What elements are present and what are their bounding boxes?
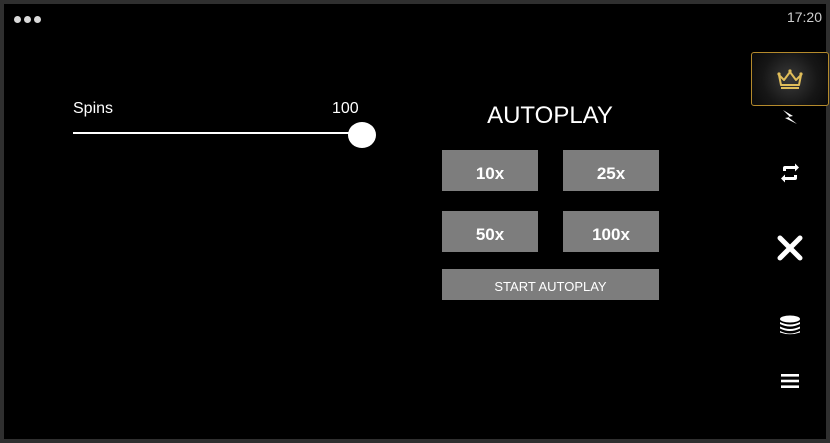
crown-button[interactable]	[751, 52, 829, 106]
game-frame	[0, 0, 830, 443]
autoplay-25x-button[interactable]: 25x	[563, 150, 659, 191]
autoplay-icon[interactable]	[776, 160, 804, 186]
dot	[24, 16, 31, 23]
close-icon[interactable]	[774, 232, 806, 264]
crown-icon	[777, 69, 803, 89]
menu-icon[interactable]	[778, 371, 802, 391]
slider-track[interactable]	[73, 132, 362, 134]
slider-thumb[interactable]	[348, 122, 376, 148]
dot	[34, 16, 41, 23]
options-dots-icon[interactable]	[14, 16, 41, 23]
autoplay-10x-button[interactable]: 10x	[442, 150, 538, 191]
autoplay-title: AUTOPLAY	[487, 102, 613, 129]
spins-value: 100	[332, 100, 359, 117]
spins-slider[interactable]	[73, 122, 377, 148]
start-autoplay-button[interactable]: START AUTOPLAY	[442, 269, 659, 300]
clock: 17:20	[786, 9, 822, 25]
dot	[14, 16, 21, 23]
autoplay-100x-button[interactable]: 100x	[563, 211, 659, 252]
coins-icon[interactable]	[776, 313, 804, 337]
autoplay-50x-button[interactable]: 50x	[442, 211, 538, 252]
turbo-lightning-icon[interactable]	[776, 106, 804, 128]
spins-label: Spins	[73, 100, 114, 117]
